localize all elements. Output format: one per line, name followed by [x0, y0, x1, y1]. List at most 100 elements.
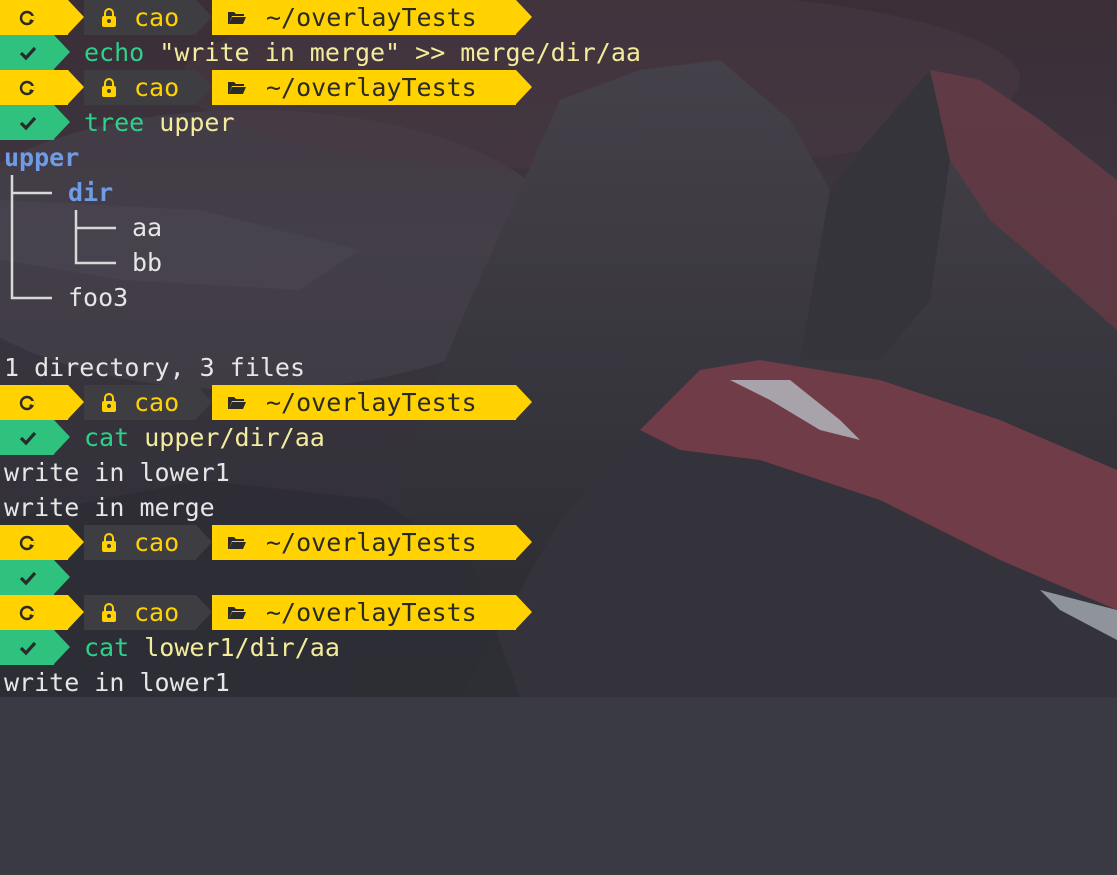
tree-branch-glyph [10, 245, 116, 280]
prompt-separator-arrow [516, 525, 532, 559]
tux-debian-icon [16, 532, 38, 554]
lock-user-icon [98, 77, 120, 99]
status-segment [0, 35, 54, 70]
output-text: write in lower1 [4, 458, 230, 487]
prompt-separator-arrow [54, 420, 70, 454]
output-line: write in lower1 [0, 455, 1117, 490]
prompt-line: cao ~/overlayTests [0, 0, 1117, 35]
tree-dir: dir [68, 178, 114, 207]
status-segment [0, 630, 54, 665]
prompt-os-segment [0, 70, 68, 105]
prompt-separator-arrow [196, 595, 212, 629]
prompt-separator-arrow [54, 560, 70, 594]
prompt-username: cao [134, 3, 180, 32]
prompt-separator-arrow [54, 630, 70, 664]
command-line: cat lower1/dir/aa [0, 630, 1117, 665]
prompt-line: cao ~/overlayTests [0, 595, 1117, 630]
tree-line: foo3 [0, 280, 1117, 315]
tree-branch-glyph [10, 280, 52, 300]
check-icon [18, 638, 38, 658]
prompt-separator-arrow [68, 525, 84, 559]
prompt-user-segment: cao [84, 525, 196, 560]
prompt-separator-arrow [196, 385, 212, 419]
prompt-cwd-segment: ~/overlayTests [212, 385, 516, 420]
tux-debian-icon [16, 602, 38, 624]
command-line: tree upper [0, 105, 1117, 140]
prompt-separator-arrow [196, 0, 212, 34]
check-icon [18, 428, 38, 448]
tree-summary-line: 1 directory, 3 files [0, 350, 1117, 385]
terminal-output: cao ~/overlayTests echo "write in merge"… [0, 0, 1117, 700]
prompt-separator-arrow [68, 0, 84, 34]
folder-open-icon [226, 532, 248, 554]
prompt-username: cao [134, 388, 180, 417]
status-segment [0, 105, 54, 140]
command-args: upper/dir/aa [144, 423, 325, 452]
prompt-separator-arrow [68, 595, 84, 629]
prompt-cwd-segment: ~/overlayTests [212, 525, 516, 560]
command-args: lower1/dir/aa [144, 633, 340, 662]
prompt-user-segment: cao [84, 385, 196, 420]
command-name: cat [84, 423, 130, 452]
prompt-separator-arrow [196, 525, 212, 559]
prompt-cwd: ~/overlayTests [266, 388, 477, 417]
prompt-os-segment [0, 595, 68, 630]
command-args: upper [159, 108, 235, 137]
folder-open-icon [226, 77, 248, 99]
tree-file: aa [132, 213, 163, 242]
command-line: echo "write in merge" >> merge/dir/aa [0, 35, 1117, 70]
tree-root-line: upper [0, 140, 1117, 175]
prompt-cwd-segment: ~/overlayTests [212, 70, 516, 105]
lock-user-icon [98, 392, 120, 414]
lock-user-icon [98, 532, 120, 554]
prompt-line: cao ~/overlayTests [0, 70, 1117, 105]
prompt-cwd-segment: ~/overlayTests [212, 0, 516, 35]
folder-open-icon [226, 602, 248, 624]
prompt-cwd: ~/overlayTests [266, 528, 477, 557]
status-segment [0, 420, 54, 455]
tree-file: foo3 [68, 283, 129, 312]
command-text: cat upper/dir/aa [84, 420, 325, 455]
prompt-separator-arrow [196, 70, 212, 104]
prompt-separator-arrow [516, 70, 532, 104]
prompt-separator-arrow [516, 595, 532, 629]
prompt-separator-arrow [516, 0, 532, 34]
command-line [0, 560, 1117, 595]
tux-debian-icon [16, 392, 38, 414]
check-icon [18, 113, 38, 133]
prompt-line: cao ~/overlayTests [0, 525, 1117, 560]
command-text: tree upper [84, 105, 235, 140]
tree-line: dir [0, 175, 1117, 210]
check-icon [18, 568, 38, 588]
tree-branch-glyph [10, 210, 116, 245]
tree-line: bb [0, 245, 1117, 280]
prompt-os-segment [0, 0, 68, 35]
prompt-cwd: ~/overlayTests [266, 598, 477, 627]
command-text: echo "write in merge" >> merge/dir/aa [84, 35, 641, 70]
folder-open-icon [226, 392, 248, 414]
tux-debian-icon [16, 7, 38, 29]
prompt-user-segment: cao [84, 70, 196, 105]
command-name: tree [84, 108, 145, 137]
status-segment [0, 560, 54, 595]
output-line: write in merge [0, 490, 1117, 525]
prompt-separator-arrow [54, 35, 70, 69]
prompt-user-segment: cao [84, 0, 196, 35]
command-name: cat [84, 633, 130, 662]
output-line: write in lower1 [0, 665, 1117, 700]
prompt-separator-arrow [516, 385, 532, 419]
prompt-os-segment [0, 385, 68, 420]
prompt-separator-arrow [68, 385, 84, 419]
prompt-username: cao [134, 598, 180, 627]
lock-user-icon [98, 602, 120, 624]
tree-file: bb [132, 248, 163, 277]
prompt-separator-arrow [68, 70, 84, 104]
prompt-os-segment [0, 525, 68, 560]
tree-summary: 1 directory, 3 files [4, 353, 306, 382]
check-icon [18, 43, 38, 63]
tux-debian-icon [16, 77, 38, 99]
prompt-username: cao [134, 73, 180, 102]
output-text: write in lower1 [4, 668, 230, 697]
tree-root-dir: upper [4, 143, 80, 172]
